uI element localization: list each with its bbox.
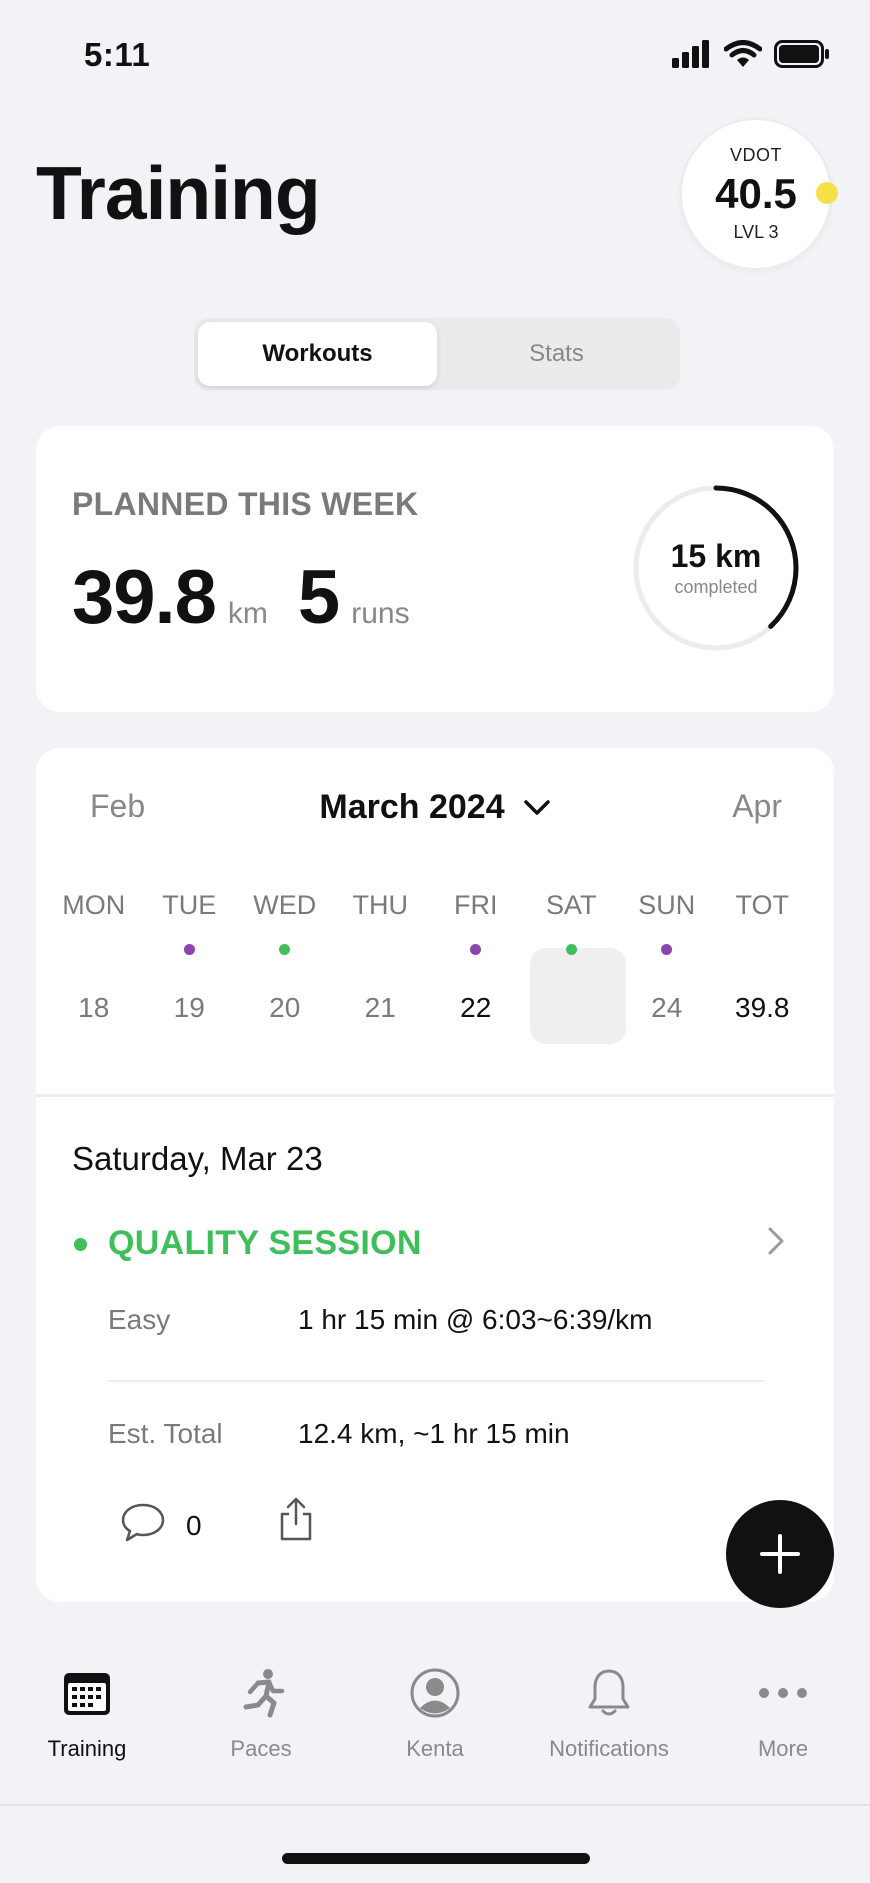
est-total-value: 12.4 km, ~1 hr 15 min xyxy=(298,1418,570,1449)
tab-workouts[interactable]: Workouts xyxy=(198,322,437,386)
plus-icon xyxy=(760,1534,800,1574)
completion-text: 15 km completed xyxy=(630,482,802,654)
session-title[interactable]: QUALITY SESSION xyxy=(108,1224,422,1263)
planned-distance-unit: km xyxy=(227,597,268,630)
weekly-summary-card[interactable]: PLANNED THIS WEEK 39.8 km 5 runs 15 km c… xyxy=(36,426,834,712)
chevron-down-icon xyxy=(523,799,550,815)
divider xyxy=(36,1094,834,1097)
workout-dot-row xyxy=(46,944,824,955)
nav-training[interactable]: Training xyxy=(0,1660,174,1780)
bell-icon xyxy=(588,1669,630,1716)
chevron-right-icon[interactable] xyxy=(766,1224,786,1258)
calendar-day[interactable]: 24 xyxy=(619,992,715,1024)
workout-dot xyxy=(183,944,195,955)
workout-dot xyxy=(661,944,673,955)
vdot-label: VDOT xyxy=(729,145,782,165)
next-month-button[interactable]: Apr xyxy=(732,788,782,825)
day-detail-title: Saturday, Mar 23 xyxy=(72,1140,323,1177)
nav-profile[interactable]: Kenta xyxy=(348,1660,522,1780)
calendar-icon xyxy=(64,1673,110,1715)
bottom-nav: Training Paces Kenta Notifications More xyxy=(0,1660,870,1780)
vdot-badge[interactable]: VDOT 40.5 LVL 3 xyxy=(680,118,832,270)
divider xyxy=(0,1804,870,1806)
weekday-label: SUN xyxy=(638,890,696,920)
planned-runs-unit: runs xyxy=(351,597,410,630)
calendar-day[interactable]: 20 xyxy=(237,992,333,1024)
weekday-label: MON xyxy=(62,890,126,920)
planned-runs: 5 xyxy=(297,555,340,640)
add-workout-button[interactable] xyxy=(726,1500,834,1608)
status-bar: 5:11 xyxy=(0,0,870,110)
divider xyxy=(108,1380,764,1382)
tab-stats[interactable]: Stats xyxy=(437,322,676,386)
segmented-control: Workouts Stats xyxy=(194,318,680,390)
workout-dot xyxy=(279,944,291,955)
weekday-label: SAT xyxy=(545,890,597,920)
workout-dot xyxy=(565,944,577,955)
status-icons xyxy=(672,40,830,68)
session-status-dot xyxy=(74,1238,87,1251)
workout-step-value: 1 hr 15 min @ 6:03~6:39/km xyxy=(298,1304,653,1335)
status-time: 5:11 xyxy=(84,36,151,73)
calendar-card: Feb March 2024 Apr MON TUE WED THU FRI S… xyxy=(36,748,834,1602)
weekday-label: THU xyxy=(352,890,409,920)
nav-label: Kenta xyxy=(406,1736,464,1761)
planned-distance: 39.8 xyxy=(72,555,217,640)
nav-notifications[interactable]: Notifications xyxy=(522,1660,696,1780)
nav-paces[interactable]: Paces xyxy=(174,1660,348,1780)
more-icon xyxy=(759,1688,807,1698)
comment-count: 0 xyxy=(186,1510,202,1541)
weekday-header-row: MON TUE WED THU FRI SAT SUN TOT xyxy=(46,890,824,921)
share-icon[interactable] xyxy=(276,1496,316,1542)
selected-day-highlight xyxy=(530,948,626,1044)
weekday-label-total: TOT xyxy=(735,890,790,920)
week-stats: 39.8 km 5 runs xyxy=(72,554,440,641)
vdot-indicator-dot xyxy=(816,182,838,204)
nav-label: More xyxy=(757,1736,809,1761)
weekday-label: FRI xyxy=(454,890,498,920)
current-month-label: March 2024 xyxy=(319,788,505,826)
home-indicator[interactable] xyxy=(282,1853,590,1864)
nav-label: Notifications xyxy=(549,1736,669,1761)
nav-more[interactable]: More xyxy=(696,1660,870,1780)
calendar-day[interactable]: 19 xyxy=(142,992,238,1024)
completed-label: completed xyxy=(674,577,758,597)
vdot-value: 40.5 xyxy=(715,170,797,217)
signal-icon xyxy=(672,40,709,68)
month-selector[interactable]: March 2024 xyxy=(36,788,834,827)
workout-dot xyxy=(470,944,482,955)
weekday-label: TUE xyxy=(162,890,217,920)
page-title: Training xyxy=(36,151,321,235)
calendar-day[interactable]: 18 xyxy=(46,992,142,1024)
profile-icon xyxy=(410,1668,460,1718)
nav-label: Training xyxy=(47,1736,127,1761)
calendar-day[interactable]: 21 xyxy=(333,992,429,1024)
est-total-label: Est. Total xyxy=(108,1418,223,1449)
week-heading: PLANNED THIS WEEK xyxy=(72,486,419,522)
runner-icon xyxy=(243,1669,285,1718)
vdot-level: LVL 3 xyxy=(733,222,779,242)
weekday-label: WED xyxy=(253,890,317,920)
workout-step-label: Easy xyxy=(108,1304,171,1335)
comment-icon[interactable] xyxy=(120,1502,166,1544)
completed-value: 15 km xyxy=(670,538,762,574)
battery-icon xyxy=(774,40,829,68)
date-row: 18 19 20 21 22 23 24 39.8 xyxy=(46,992,824,1024)
wifi-icon xyxy=(724,40,762,67)
calendar-day[interactable]: 22 xyxy=(428,992,524,1024)
nav-label: Paces xyxy=(230,1736,292,1761)
week-total: 39.8 xyxy=(735,992,790,1023)
